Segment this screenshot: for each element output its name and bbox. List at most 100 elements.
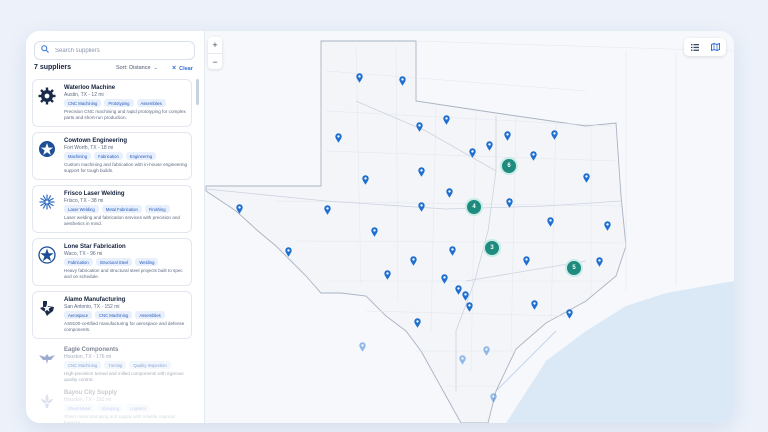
map-pin[interactable] xyxy=(361,175,369,185)
map-pin[interactable] xyxy=(323,205,331,215)
gear-logo-icon xyxy=(38,87,56,105)
supplier-card[interactable]: Lone Star Fabrication Waco, TX - 96 mi Fab… xyxy=(32,238,192,286)
supplier-name[interactable]: Lone Star Fabrication xyxy=(64,244,126,250)
map-pin[interactable] xyxy=(440,274,448,284)
location-pin-icon xyxy=(550,130,558,140)
supplier-card[interactable]: Eagle Components Houston, TX - 176 mi CNC … xyxy=(32,341,192,389)
map-pin[interactable] xyxy=(485,141,493,151)
map-pin[interactable] xyxy=(383,270,391,280)
location-pin-icon xyxy=(417,167,425,177)
lone-star-logo-icon xyxy=(38,246,56,264)
map-pin[interactable] xyxy=(603,221,611,231)
map-pin[interactable] xyxy=(529,151,537,161)
map-pin[interactable] xyxy=(442,115,450,125)
map-cluster[interactable]: 3 xyxy=(483,239,501,257)
search-input[interactable] xyxy=(55,44,189,57)
zoom-control: + − xyxy=(208,37,222,69)
map-pin[interactable] xyxy=(565,309,573,319)
location-pin-icon xyxy=(582,173,590,183)
supplier-card[interactable]: Cowtown Engineering Fort Worth, TX - 18 m… xyxy=(32,132,192,180)
map-pin[interactable] xyxy=(358,342,366,352)
supplier-name[interactable]: Eagle Components xyxy=(64,347,118,353)
supplier-card[interactable]: Frisco Laser Welding Frisco, TX - 38 mi La… xyxy=(32,185,192,233)
map-pin[interactable] xyxy=(522,256,530,266)
map-cluster[interactable]: 5 xyxy=(565,259,583,277)
supplier-tags: Machining Fabrication Engineering xyxy=(64,152,157,160)
map-pin[interactable] xyxy=(409,256,417,266)
supplier-location: San Antonio, TX - 152 mi xyxy=(64,304,120,310)
location-pin-icon xyxy=(522,256,530,266)
location-pin-icon xyxy=(417,202,425,212)
list-scrollbar[interactable] xyxy=(196,79,199,105)
map-pin[interactable] xyxy=(370,227,378,237)
map-pin[interactable] xyxy=(458,355,466,365)
map-pin[interactable] xyxy=(503,131,511,141)
capability-tag: Sheet Metal xyxy=(64,404,95,412)
zoom-in-button[interactable]: + xyxy=(208,37,222,54)
supplier-name[interactable]: Frisco Laser Welding xyxy=(64,191,125,197)
map-pin[interactable] xyxy=(530,300,538,310)
fleur-logo-icon xyxy=(41,394,53,408)
supplier-list: Waterloo Machine Austin, TX - 12 mi CNC Ma… xyxy=(32,79,194,423)
map-pin[interactable] xyxy=(445,188,453,198)
zoom-out-button[interactable]: − xyxy=(208,54,222,70)
map-pin[interactable] xyxy=(417,167,425,177)
sort-dropdown[interactable]: Sort: Distance ⌄ xyxy=(116,65,158,71)
map-pin[interactable] xyxy=(334,133,342,143)
supplier-location: Austin, TX - 12 mi xyxy=(64,92,104,98)
map-pin[interactable] xyxy=(595,257,603,267)
supplier-name[interactable]: Cowtown Engineering xyxy=(64,138,127,144)
list-view-button[interactable] xyxy=(684,38,705,56)
map-view-button[interactable] xyxy=(705,38,726,56)
map-pin[interactable] xyxy=(582,173,590,183)
supplier-name[interactable]: Alamo Manufacturing xyxy=(64,297,125,303)
map-pin[interactable] xyxy=(413,318,421,328)
map-cluster[interactable]: 4 xyxy=(465,198,483,216)
view-toggle xyxy=(684,38,726,56)
map-pin[interactable] xyxy=(355,73,363,83)
supplier-location: Fort Worth, TX - 18 mi xyxy=(64,145,114,151)
results-count: 7 suppliers xyxy=(34,64,71,71)
location-pin-icon xyxy=(595,257,603,267)
map-pin[interactable] xyxy=(398,76,406,86)
location-pin-icon xyxy=(323,205,331,215)
supplier-name[interactable]: Waterloo Machine xyxy=(64,85,115,91)
map-pin[interactable] xyxy=(415,122,423,132)
location-pin-icon xyxy=(530,300,538,310)
results-toolbar: 7 suppliers Sort: Distance ⌄ × Clear xyxy=(34,63,196,75)
supplier-tags: CNC Machining Prototyping Assemblies xyxy=(64,99,166,107)
map-pin[interactable] xyxy=(482,346,490,356)
location-pin-icon xyxy=(361,175,369,185)
supplier-card[interactable]: Bayou City Supply Houston, TX - 183 mi She… xyxy=(32,384,192,423)
map-pin[interactable] xyxy=(489,393,497,403)
location-pin-icon xyxy=(603,221,611,231)
map-pin[interactable] xyxy=(284,247,292,257)
supplier-card[interactable]: Alamo Manufacturing San Antonio, TX - 152… xyxy=(32,291,192,339)
map-pin[interactable] xyxy=(465,302,473,312)
capability-tag: Logistics xyxy=(126,404,151,412)
location-pin-icon xyxy=(415,122,423,132)
map-pin[interactable] xyxy=(448,246,456,256)
map-pin[interactable] xyxy=(505,198,513,208)
map-pin[interactable] xyxy=(454,285,462,295)
map-pin[interactable] xyxy=(417,202,425,212)
map-pin[interactable] xyxy=(461,291,469,301)
clear-button[interactable]: × Clear xyxy=(172,65,193,72)
map-pin[interactable] xyxy=(235,204,243,214)
location-pin-icon xyxy=(489,393,497,403)
map-pin[interactable] xyxy=(468,148,476,158)
map-view-icon xyxy=(711,43,720,51)
supplier-tags: Sheet Metal Stamping Logistics xyxy=(64,404,151,412)
supplier-tags: CNC Machining Turning Quality Inspection xyxy=(64,361,171,369)
map-cluster[interactable]: 6 xyxy=(500,157,518,175)
map-pin[interactable] xyxy=(550,130,558,140)
capability-tag: Engineering xyxy=(125,152,157,160)
capability-tag: Metal Fabrication xyxy=(101,205,142,213)
supplier-location: Waco, TX - 96 mi xyxy=(64,251,103,257)
supplier-name[interactable]: Bayou City Supply xyxy=(64,390,117,396)
location-pin-icon xyxy=(440,274,448,284)
supplier-description: Sheet metal stamping and supply with rel… xyxy=(64,414,176,423)
map-pin[interactable] xyxy=(546,217,554,227)
capability-tag: Fabrication xyxy=(94,152,123,160)
supplier-card[interactable]: Waterloo Machine Austin, TX - 12 mi CNC Ma… xyxy=(32,79,192,127)
